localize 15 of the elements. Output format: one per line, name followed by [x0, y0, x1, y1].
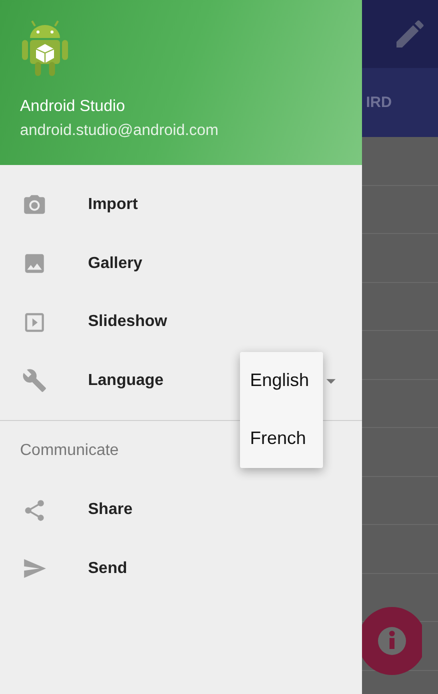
account-name: Android Studio: [20, 98, 125, 116]
menu-item[interactable]: Slideshow: [88, 313, 168, 332]
menu-item[interactable]: Share: [88, 501, 132, 520]
robot-logo: [20, 20, 70, 78]
menu-item[interactable]: Send: [88, 560, 128, 578]
account-email: android.studio@android.com: [20, 122, 218, 140]
wrench-icon: [22, 368, 47, 394]
info-button[interactable]: [362, 606, 422, 676]
menu-item[interactable]: Import: [88, 196, 138, 214]
share-icon: [22, 498, 47, 523]
menu-item[interactable]: Gallery: [88, 254, 142, 273]
section-title: Communicate: [20, 442, 119, 460]
dropdown-option[interactable]: French: [240, 410, 323, 468]
dropdown-option[interactable]: English: [240, 352, 323, 410]
menu-item[interactable]: Language: [88, 372, 164, 390]
